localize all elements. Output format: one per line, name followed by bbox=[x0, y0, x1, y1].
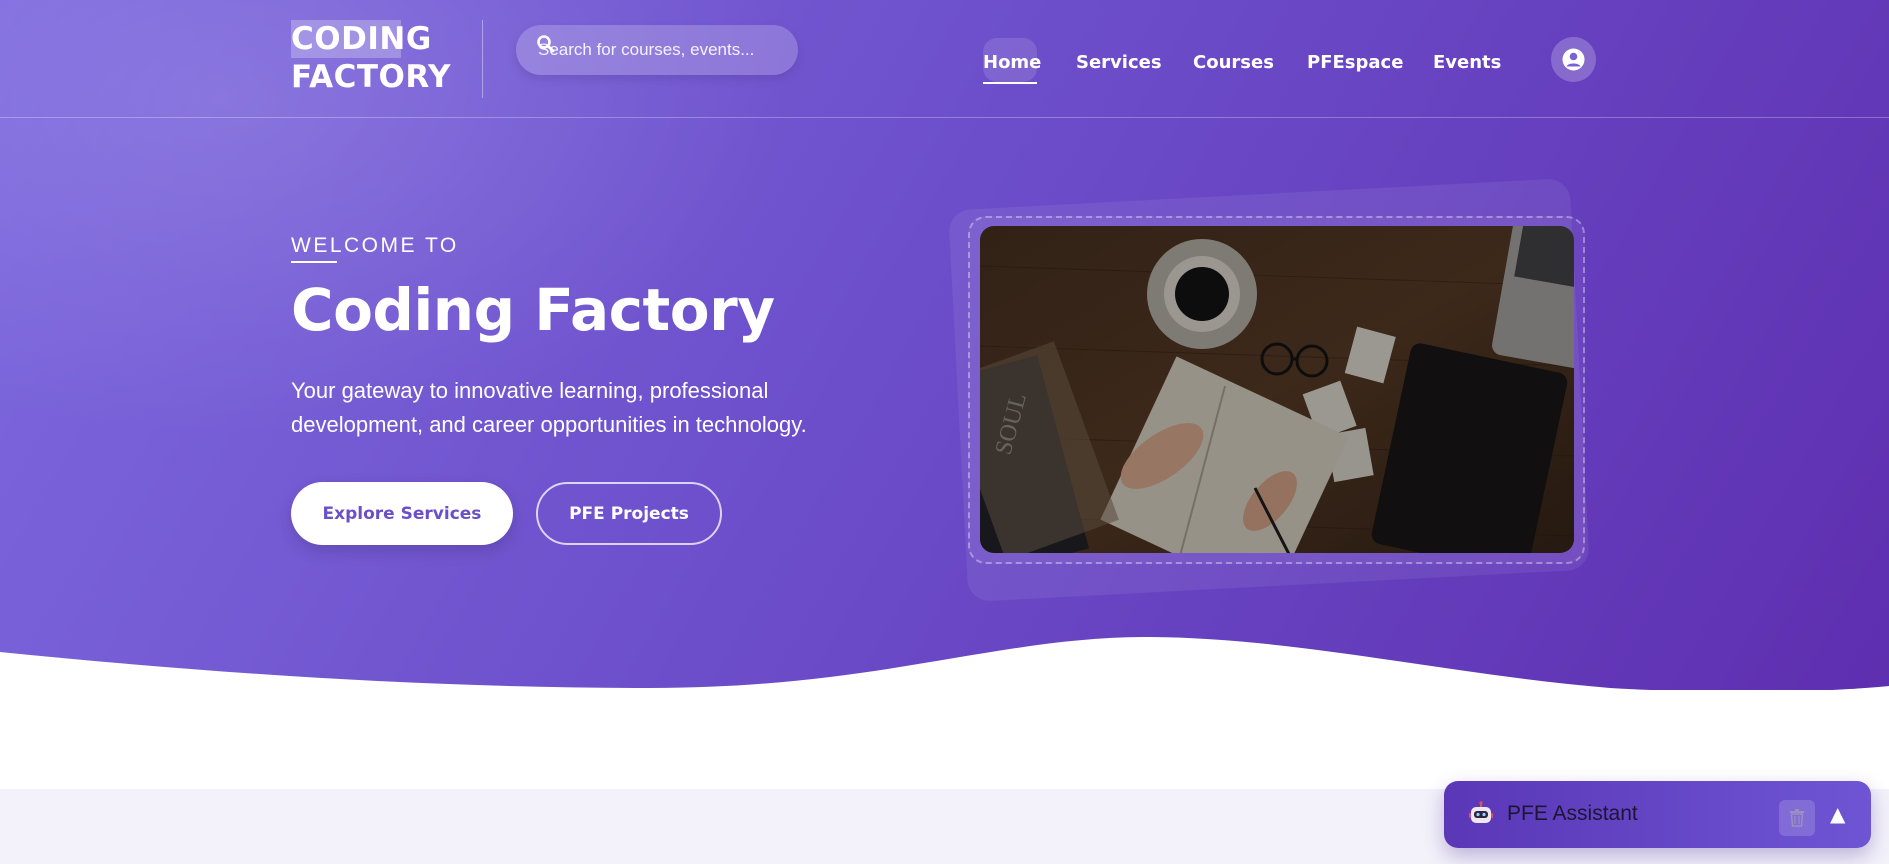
pfe-assistant-widget[interactable]: PFE Assistant ▲ bbox=[1444, 781, 1871, 848]
nav-events[interactable]: Events bbox=[1433, 38, 1501, 86]
nav-pfespace-label: PFEspace bbox=[1307, 52, 1404, 73]
nav-home[interactable]: Home bbox=[983, 38, 1041, 86]
hero-image: SOUL bbox=[980, 226, 1574, 553]
nav-pfespace[interactable]: PFEspace bbox=[1307, 38, 1403, 86]
logo-divider bbox=[482, 20, 483, 98]
hero-subtitle: Your gateway to innovative learning, pro… bbox=[291, 378, 807, 437]
hero-kicker: WELCOME TO bbox=[291, 234, 459, 257]
brand-logo[interactable]: CODING FACTORY bbox=[291, 20, 451, 96]
trash-icon bbox=[1790, 809, 1804, 827]
nav-services-label: Services bbox=[1076, 52, 1162, 73]
search-bar bbox=[516, 25, 798, 75]
nav-courses[interactable]: Courses bbox=[1193, 38, 1274, 86]
profile-button[interactable] bbox=[1551, 37, 1596, 82]
kicker-underline bbox=[291, 261, 337, 263]
hero-section: CODING FACTORY Home Services Courses PFE… bbox=[0, 0, 1889, 690]
nav-home-label: Home bbox=[983, 52, 1042, 73]
hero-wave-divider bbox=[0, 636, 1889, 690]
search-input[interactable] bbox=[538, 25, 788, 75]
assistant-title: PFE Assistant bbox=[1507, 802, 1638, 825]
top-navbar: CODING FACTORY Home Services Courses PFE… bbox=[0, 0, 1889, 118]
brand-line-2: FACTORY bbox=[291, 59, 451, 95]
brand-line-1: CODING bbox=[291, 20, 451, 58]
clear-chat-button[interactable] bbox=[1779, 800, 1815, 836]
nav-events-label: Events bbox=[1433, 52, 1502, 73]
chevron-up-icon[interactable]: ▲ bbox=[1830, 798, 1845, 830]
nav-services[interactable]: Services bbox=[1076, 38, 1162, 86]
nav-courses-label: Courses bbox=[1193, 52, 1274, 73]
pfe-projects-button[interactable]: PFE Projects bbox=[536, 482, 722, 545]
explore-services-button[interactable]: Explore Services bbox=[291, 482, 513, 545]
user-circle-icon bbox=[1562, 48, 1585, 71]
hero-title: Coding Factory bbox=[291, 276, 775, 344]
robot-icon bbox=[1469, 801, 1493, 823]
